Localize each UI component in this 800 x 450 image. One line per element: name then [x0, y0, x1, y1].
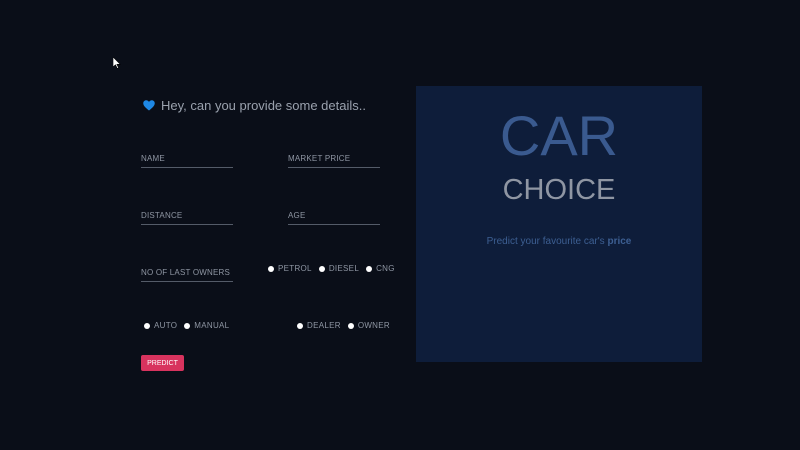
radio-dot[interactable]: [268, 265, 274, 272]
radio-manual-label: MANUAL: [194, 321, 230, 330]
radio-dot[interactable]: [184, 322, 191, 329]
car-choice-panel: CAR CHOICE Predict your favourite car's …: [416, 86, 702, 362]
radio-dealer[interactable]: DEALER: [297, 321, 341, 330]
radio-petrol[interactable]: PETROL: [268, 264, 312, 273]
radio-petrol-label: PETROL: [278, 264, 312, 273]
car-choice-page: Hey, can you provide some details.. PETR…: [0, 0, 800, 450]
radio-dot[interactable]: [297, 322, 303, 329]
owners-input[interactable]: [141, 268, 233, 277]
panel-subtitle: CHOICE: [502, 174, 616, 206]
predict-button[interactable]: PREDICT: [141, 355, 184, 371]
blue-heart-icon: [143, 100, 155, 111]
radio-auto[interactable]: AUTO: [144, 321, 177, 330]
name-input[interactable]: [141, 154, 233, 163]
fuel-type-radio-group: PETROL DIESEL CNG: [268, 264, 395, 273]
panel-tagline-text: Predict your favourite car's: [486, 236, 608, 247]
radio-owner-label: OWNER: [357, 321, 390, 330]
radio-diesel[interactable]: DIESEL: [318, 264, 360, 273]
radio-cng[interactable]: CNG: [366, 264, 395, 273]
radio-dot[interactable]: [144, 322, 150, 329]
form-heading: Hey, can you provide some details..: [143, 98, 366, 113]
radio-owner[interactable]: OWNER: [347, 321, 390, 330]
radio-cng-label: CNG: [376, 264, 395, 273]
form-heading-text: Hey, can you provide some details..: [161, 98, 366, 113]
panel-tagline-emphasis: price: [607, 236, 632, 247]
panel-tagline: Predict your favourite car's price: [416, 236, 702, 247]
radio-diesel-label: DIESEL: [328, 264, 360, 273]
age-field-wrapper: [288, 211, 380, 225]
market-price-field-wrapper: [288, 154, 380, 168]
radio-dot[interactable]: [318, 265, 325, 272]
distance-field-wrapper: [141, 211, 233, 225]
name-field-wrapper: [141, 154, 233, 168]
radio-dot[interactable]: [347, 322, 354, 329]
age-input[interactable]: [288, 211, 380, 220]
radio-auto-label: AUTO: [154, 321, 178, 330]
panel-title: CAR: [499, 104, 619, 167]
radio-dealer-label: DEALER: [307, 321, 341, 330]
seller-type-radio-group: DEALER OWNER: [297, 321, 390, 330]
market-price-input[interactable]: [288, 154, 380, 163]
radio-dot[interactable]: [366, 265, 373, 272]
mouse-pointer-icon: [113, 57, 121, 69]
radio-manual[interactable]: MANUAL: [184, 321, 229, 330]
owners-field-wrapper: [141, 268, 233, 282]
distance-input[interactable]: [141, 211, 233, 220]
transmission-radio-group: AUTO MANUAL: [144, 321, 229, 330]
